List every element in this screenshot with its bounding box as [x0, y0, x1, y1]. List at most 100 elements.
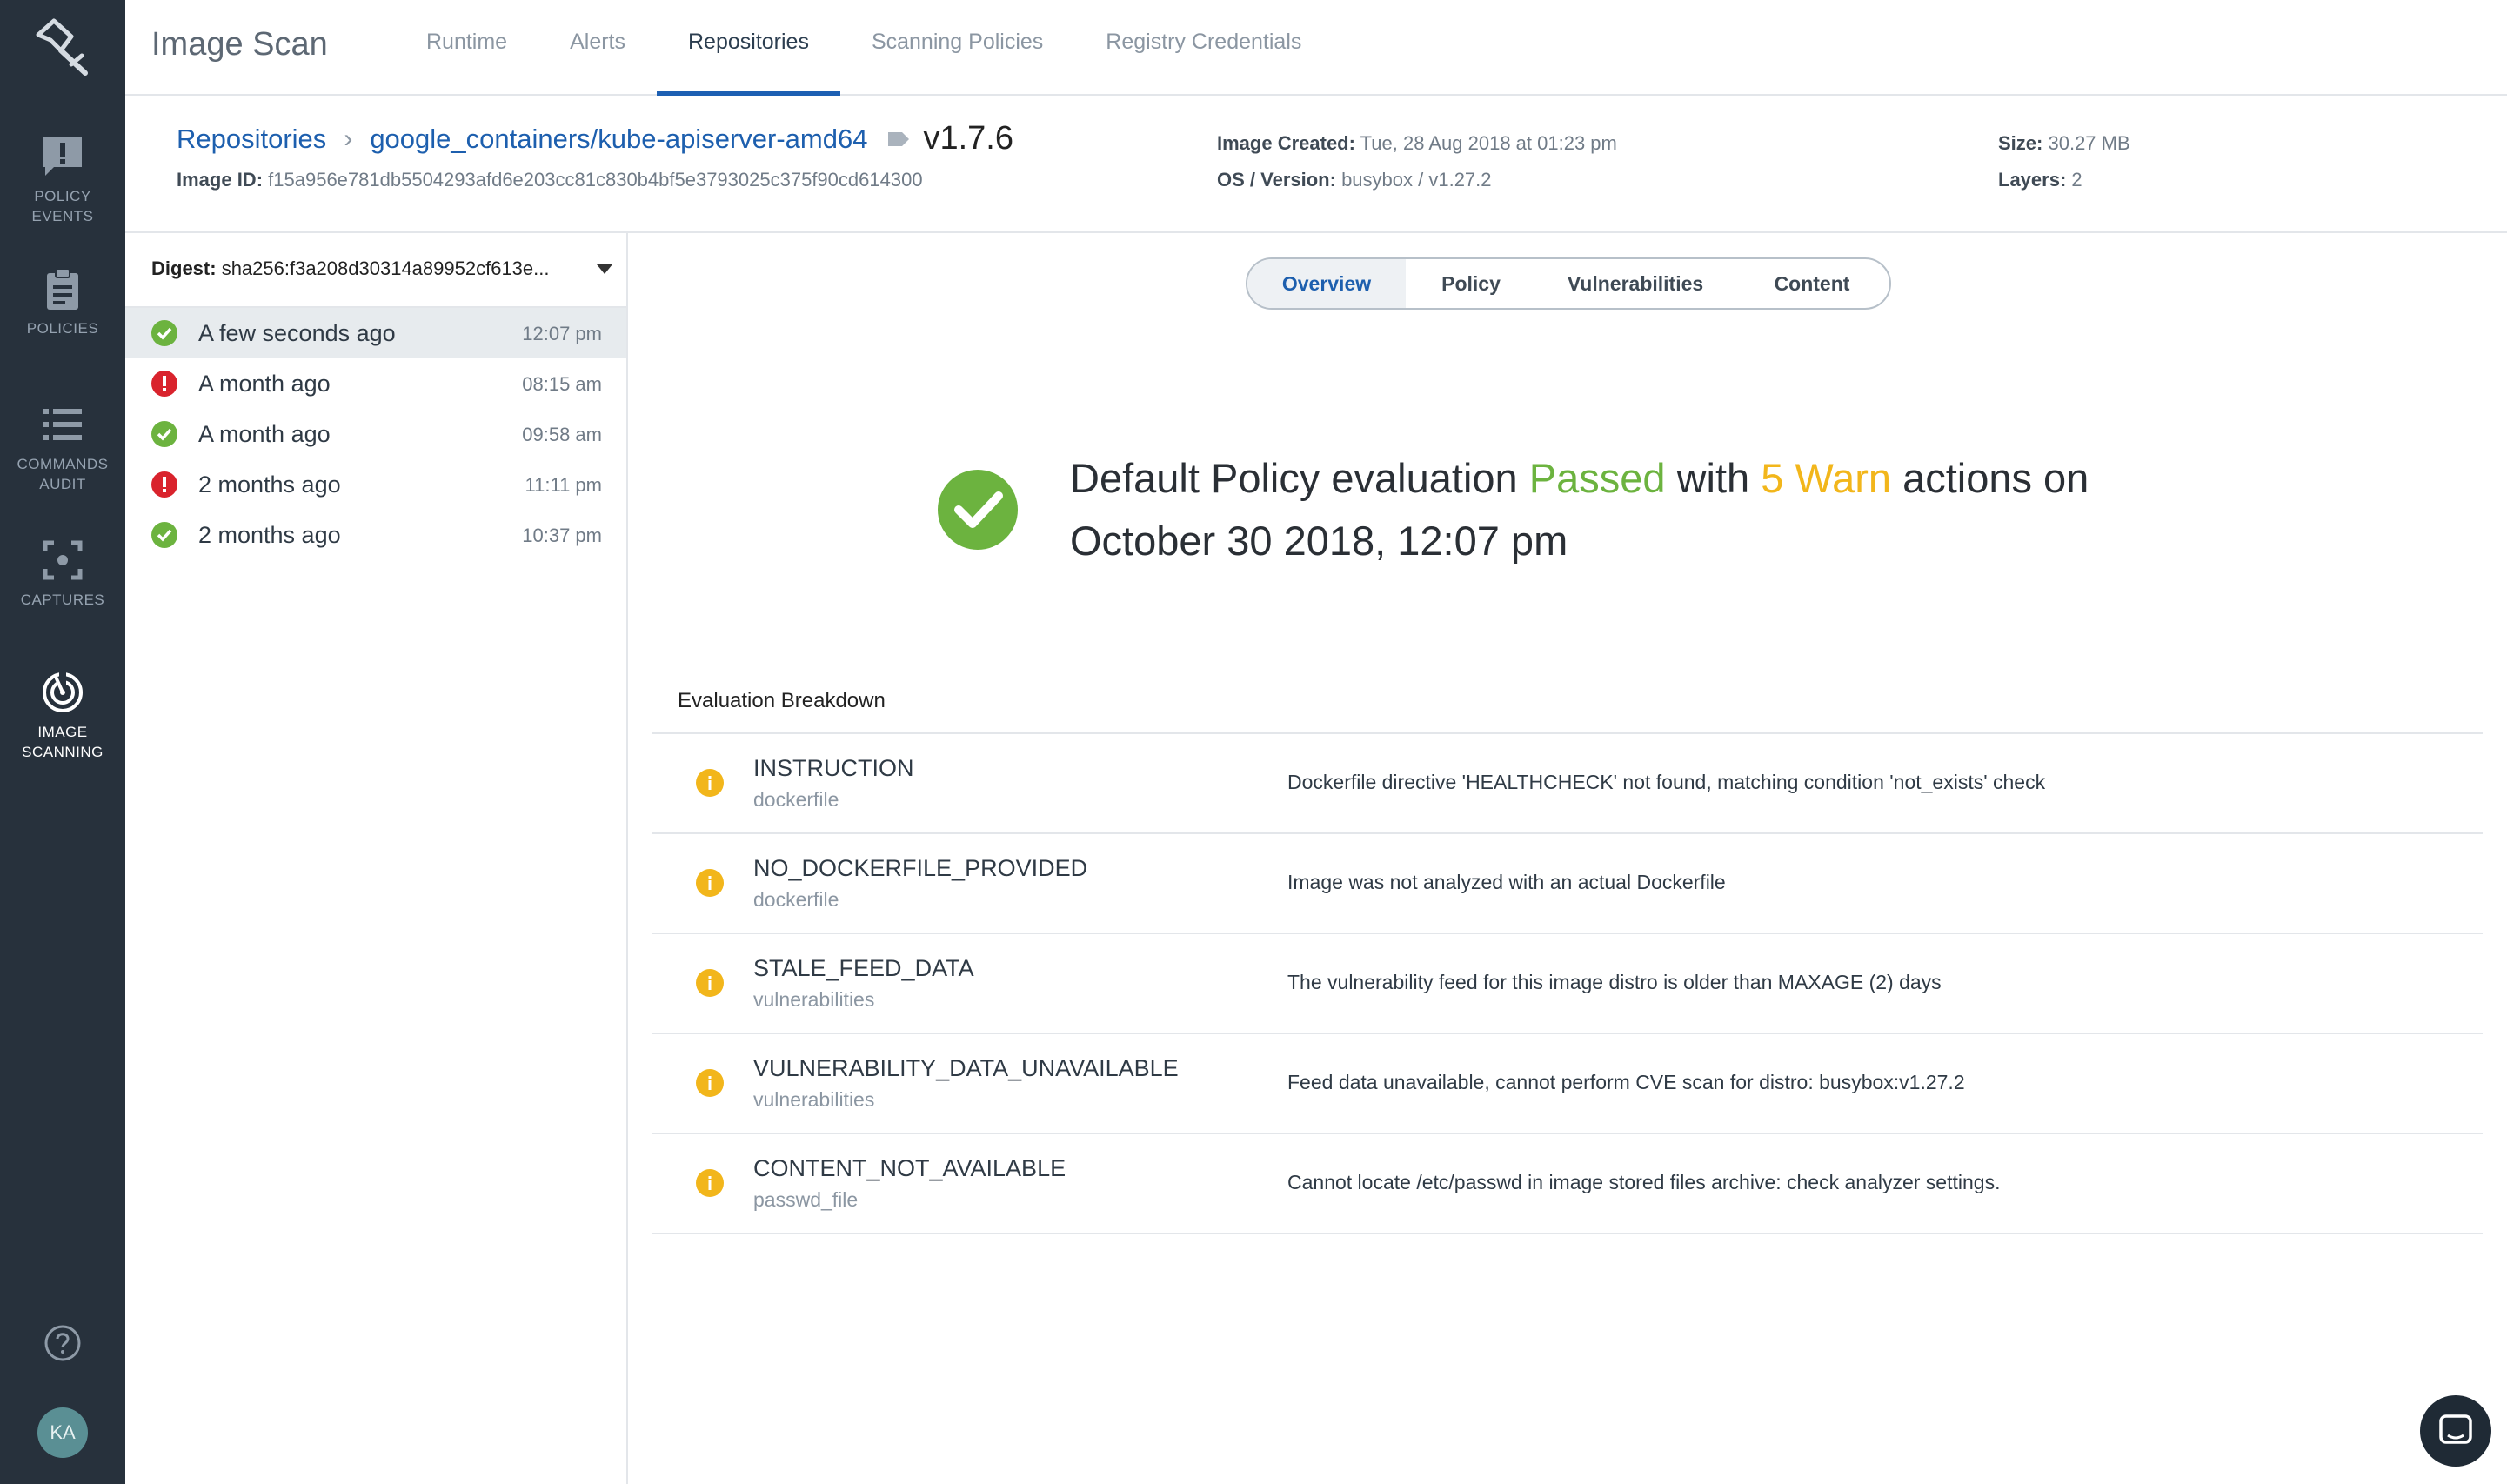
breakdown-title: Evaluation Breakdown — [678, 689, 886, 712]
nav-policies[interactable]: POLICIES — [0, 266, 125, 338]
help-icon[interactable] — [43, 1324, 82, 1362]
image-id-value: f15a956e781db5504293afd6e203cc81c830b4bf… — [268, 169, 923, 191]
segment-content[interactable]: Content — [1735, 259, 1889, 308]
table-row: STALE_FEED_DATA vulnerabilities The vuln… — [652, 934, 2483, 1034]
nav-label: POLICIES — [26, 320, 99, 337]
chat-icon — [2439, 1414, 2472, 1444]
image-size-label: Size: — [1998, 132, 2043, 154]
trigger-message: Dockerfile directive 'HEALTHCHECK' not f… — [1287, 771, 2046, 793]
history-time: 09:58 am — [522, 424, 602, 445]
segment-overview[interactable]: Overview — [1247, 259, 1406, 308]
history-row[interactable]: 2 months ago 11:11 pm — [125, 459, 626, 510]
warning-info-icon — [696, 969, 724, 997]
nav-captures[interactable]: CAPTURES — [0, 538, 125, 610]
nav-label: COMMANDS — [17, 456, 109, 472]
nav-label: SCANNING — [22, 744, 104, 760]
nav-image-scanning[interactable]: IMAGE SCANNING — [0, 670, 125, 762]
tag-icon — [888, 131, 910, 146]
capture-focus-icon — [43, 540, 83, 580]
summary-date: October 30 2018, 12:07 pm — [1070, 518, 1568, 564]
nav-policy-events[interactable]: POLICY EVENTS — [0, 134, 125, 226]
os-version-label: OS / Version: — [1217, 169, 1336, 191]
breadcrumb-repository-link[interactable]: google_containers/kube-apiserver-amd64 — [370, 124, 867, 155]
os-version-value: busybox / v1.27.2 — [1341, 169, 1492, 191]
history-row[interactable]: 2 months ago 10:37 pm — [125, 510, 626, 560]
tab-scanning-policies[interactable]: Scanning Policies — [840, 0, 1074, 96]
os-version: OS / Version: busybox / v1.27.2 — [1217, 169, 1492, 191]
image-header: Repositories › google_containers/kube-ap… — [125, 96, 2507, 233]
tab-runtime[interactable]: Runtime — [395, 0, 538, 96]
table-row: CONTENT_NOT_AVAILABLE passwd_file Cannot… — [652, 1134, 2483, 1234]
image-size: Size: 30.27 MB — [1998, 132, 2130, 155]
digest-select[interactable]: Digest: sha256:f3a208d30314a89952cf613e.… — [125, 233, 626, 308]
segment-policy[interactable]: Policy — [1406, 259, 1536, 308]
gate-name: vulnerabilities — [753, 1088, 875, 1111]
scan-result-panel: Overview Policy Vulnerabilities Content … — [628, 233, 2507, 1484]
history-time: 08:15 am — [522, 373, 602, 395]
chat-launcher-button[interactable] — [2420, 1395, 2491, 1467]
trigger-message: Image was not analyzed with an actual Do… — [1287, 871, 1726, 893]
evaluation-summary: Default Policy evaluation Passed with 5 … — [1070, 447, 2201, 572]
sysdig-logo-icon[interactable] — [31, 16, 94, 78]
summary-prefix: Default Policy evaluation — [1070, 455, 1518, 501]
summary-with: with — [1676, 455, 1750, 501]
history-row[interactable]: A month ago 08:15 am — [125, 358, 626, 409]
history-when: A month ago — [198, 421, 331, 447]
history-row[interactable]: A month ago 09:58 am — [125, 409, 626, 459]
trigger-name: STALE_FEED_DATA — [753, 955, 974, 981]
history-when: A few seconds ago — [198, 320, 396, 346]
image-id-label: Image ID: — [177, 169, 264, 191]
image-created: Image Created: Tue, 28 Aug 2018 at 01:23… — [1217, 132, 1617, 155]
breadcrumb-repositories-link[interactable]: Repositories — [177, 124, 326, 155]
trigger-message: Feed data unavailable, cannot perform CV… — [1287, 1071, 1965, 1093]
nav-label: IMAGE — [37, 724, 88, 740]
image-layers-label: Layers: — [1998, 169, 2067, 191]
check-circle-icon — [151, 320, 177, 346]
image-created-value: Tue, 28 Aug 2018 at 01:23 pm — [1360, 132, 1617, 154]
nav-label: EVENTS — [31, 208, 94, 224]
image-size-value: 30.27 MB — [2048, 132, 2130, 154]
summary-warn-count: 5 Warn — [1761, 455, 1891, 501]
result-view-switcher: Overview Policy Vulnerabilities Content — [1246, 257, 1891, 310]
evaluation-breakdown-table: INSTRUCTION dockerfile Dockerfile direct… — [652, 732, 2483, 1234]
warning-info-icon — [696, 769, 724, 797]
segment-vulnerabilities[interactable]: Vulnerabilities — [1536, 259, 1735, 308]
image-created-label: Image Created: — [1217, 132, 1355, 154]
tab-registry-credentials[interactable]: Registry Credentials — [1074, 0, 1333, 96]
check-circle-icon — [151, 421, 177, 447]
tab-repositories[interactable]: Repositories — [657, 0, 840, 96]
trigger-message: Cannot locate /etc/passwd in image store… — [1287, 1171, 2001, 1193]
scan-history-panel: Digest: sha256:f3a208d30314a89952cf613e.… — [125, 233, 628, 1484]
breadcrumb: Repositories › google_containers/kube-ap… — [177, 120, 1013, 157]
trigger-name: VULNERABILITY_DATA_UNAVAILABLE — [753, 1055, 1179, 1081]
gate-name: vulnerabilities — [753, 988, 875, 1011]
list-icon — [43, 409, 82, 440]
gate-name: passwd_file — [753, 1188, 859, 1211]
image-id: Image ID: f15a956e781db5504293afd6e203cc… — [177, 169, 923, 191]
trigger-name: CONTENT_NOT_AVAILABLE — [753, 1155, 1066, 1181]
image-layers-value: 2 — [2071, 169, 2082, 191]
summary-status: Passed — [1528, 455, 1666, 501]
warning-info-icon — [696, 1069, 724, 1097]
image-tag: v1.7.6 — [923, 120, 1013, 157]
trigger-name: INSTRUCTION — [753, 755, 914, 781]
table-row: INSTRUCTION dockerfile Dockerfile direct… — [652, 734, 2483, 834]
nav-label: CAPTURES — [20, 592, 105, 608]
gate-name: dockerfile — [753, 788, 839, 811]
check-circle-icon — [151, 522, 177, 548]
caret-down-icon — [597, 264, 612, 274]
history-row[interactable]: A few seconds ago 12:07 pm — [125, 308, 626, 358]
warning-info-icon — [696, 1169, 724, 1197]
user-avatar[interactable]: KA — [37, 1407, 88, 1458]
main-tabs: Runtime Alerts Repositories Scanning Pol… — [395, 0, 1333, 96]
nav-label: AUDIT — [39, 476, 86, 492]
passed-check-icon — [938, 470, 1018, 550]
nav-commands-audit[interactable]: COMMANDS AUDIT — [0, 402, 125, 494]
history-time: 10:37 pm — [522, 525, 602, 546]
tab-alerts[interactable]: Alerts — [538, 0, 657, 96]
digest-label: Digest: — [151, 257, 217, 279]
trigger-name: NO_DOCKERFILE_PROVIDED — [753, 855, 1088, 881]
chevron-right-icon: › — [344, 124, 353, 153]
left-sidebar: POLICY EVENTS POLICIES COMMANDS AUDIT CA… — [0, 0, 125, 1484]
image-layers: Layers: 2 — [1998, 169, 2082, 191]
